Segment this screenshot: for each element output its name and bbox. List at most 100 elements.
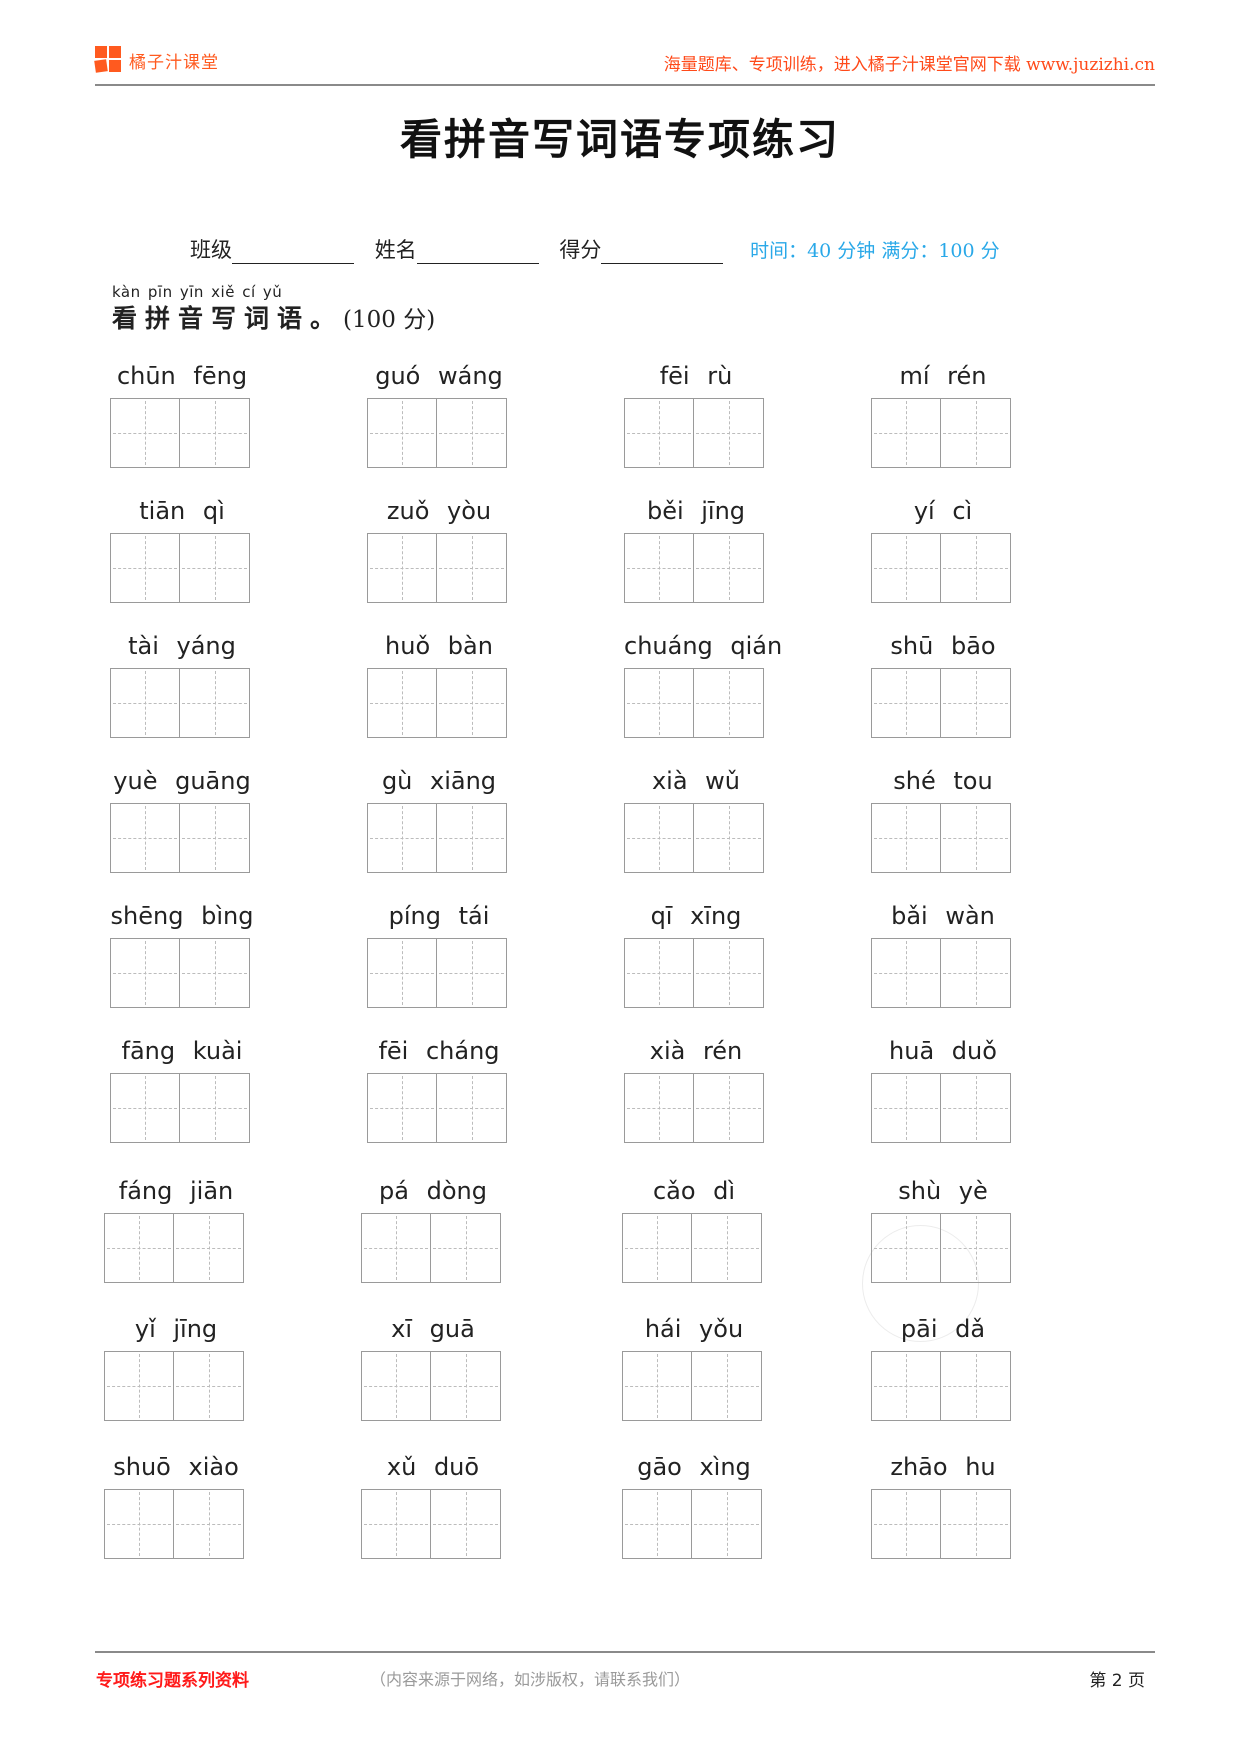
tianzige-cell[interactable] xyxy=(437,533,507,603)
tianzige-cell[interactable] xyxy=(367,1073,437,1143)
item-pinyin: shū bāo xyxy=(890,632,996,660)
writing-grid xyxy=(104,1213,248,1283)
tianzige-cell[interactable] xyxy=(180,533,250,603)
tianzige-cell[interactable] xyxy=(871,803,941,873)
tianzige-cell[interactable] xyxy=(180,398,250,468)
tianzige-cell[interactable] xyxy=(431,1351,501,1421)
tianzige-cell[interactable] xyxy=(174,1351,244,1421)
tianzige-cell[interactable] xyxy=(180,1073,250,1143)
tianzige-cell[interactable] xyxy=(622,1351,692,1421)
writing-grid xyxy=(871,398,1015,468)
tianzige-cell[interactable] xyxy=(694,1073,764,1143)
tianzige-cell[interactable] xyxy=(622,1213,692,1283)
tianzige-cell[interactable] xyxy=(367,398,437,468)
tianzige-cell[interactable] xyxy=(871,533,941,603)
tianzige-cell[interactable] xyxy=(180,803,250,873)
tianzige-cell[interactable] xyxy=(624,803,694,873)
tianzige-cell[interactable] xyxy=(871,1489,941,1559)
tianzige-cell[interactable] xyxy=(437,1073,507,1143)
tianzige-cell[interactable] xyxy=(941,803,1011,873)
page-title: 看拼音写词语专项练习 xyxy=(399,115,840,164)
tianzige-cell[interactable] xyxy=(367,938,437,1008)
tianzige-cell[interactable] xyxy=(431,1489,501,1559)
tianzige-cell[interactable] xyxy=(361,1213,431,1283)
item-pinyin: xī guā xyxy=(391,1315,475,1343)
page-header: 橘子汁课堂 海量题库、专项训练，进入橘子汁课堂官网下载 www.juzizhi.… xyxy=(94,42,1155,86)
tianzige-cell[interactable] xyxy=(437,398,507,468)
section-heading: kàn pīn yīn xiě cí yǔ 看拼音写词语。(100 分) xyxy=(112,283,435,335)
tianzige-cell[interactable] xyxy=(174,1213,244,1283)
tianzige-cell[interactable] xyxy=(941,1213,1011,1283)
tianzige-cell[interactable] xyxy=(694,668,764,738)
tianzige-cell[interactable] xyxy=(361,1489,431,1559)
tianzige-cell[interactable] xyxy=(180,668,250,738)
tianzige-cell[interactable] xyxy=(694,533,764,603)
writing-grid xyxy=(367,803,511,873)
tianzige-cell[interactable] xyxy=(694,938,764,1008)
tianzige-cell[interactable] xyxy=(694,803,764,873)
tianzige-cell[interactable] xyxy=(437,803,507,873)
class-blank[interactable] xyxy=(232,241,354,264)
tianzige-cell[interactable] xyxy=(941,1489,1011,1559)
tianzige-cell[interactable] xyxy=(437,668,507,738)
writing-grid xyxy=(871,803,1015,873)
item-pinyin: huā duǒ xyxy=(889,1037,997,1065)
tianzige-cell[interactable] xyxy=(431,1213,501,1283)
tianzige-cell[interactable] xyxy=(941,1073,1011,1143)
writing-grid xyxy=(871,668,1015,738)
tianzige-cell[interactable] xyxy=(110,938,180,1008)
exercise-item: hái yǒu xyxy=(622,1315,766,1421)
footer-divider xyxy=(95,1651,1155,1653)
exercise-item: cǎo dì xyxy=(622,1177,766,1283)
tianzige-cell[interactable] xyxy=(871,1351,941,1421)
tianzige-cell[interactable] xyxy=(694,398,764,468)
tianzige-cell[interactable] xyxy=(437,938,507,1008)
tianzige-cell[interactable] xyxy=(624,938,694,1008)
tianzige-cell[interactable] xyxy=(871,1073,941,1143)
tianzige-cell[interactable] xyxy=(110,1073,180,1143)
item-pinyin: hái yǒu xyxy=(644,1315,744,1343)
tianzige-cell[interactable] xyxy=(871,1213,941,1283)
tianzige-cell[interactable] xyxy=(941,938,1011,1008)
tianzige-cell[interactable] xyxy=(871,398,941,468)
tianzige-cell[interactable] xyxy=(367,803,437,873)
tianzige-cell[interactable] xyxy=(624,533,694,603)
tianzige-cell[interactable] xyxy=(367,533,437,603)
name-blank[interactable] xyxy=(416,241,539,264)
writing-grid xyxy=(361,1489,505,1559)
exercise-item: bǎi wàn xyxy=(871,902,1015,1008)
tianzige-cell[interactable] xyxy=(104,1351,174,1421)
tianzige-cell[interactable] xyxy=(692,1489,762,1559)
tianzige-cell[interactable] xyxy=(692,1213,762,1283)
item-pinyin: fēi rù xyxy=(659,362,733,390)
tianzige-cell[interactable] xyxy=(624,398,694,468)
tianzige-cell[interactable] xyxy=(692,1351,762,1421)
tianzige-cell[interactable] xyxy=(367,668,437,738)
tianzige-cell[interactable] xyxy=(104,1489,174,1559)
item-pinyin: xià rén xyxy=(649,1037,743,1065)
item-pinyin: bǎi wàn xyxy=(891,902,995,930)
tianzige-cell[interactable] xyxy=(941,398,1011,468)
item-pinyin: shuō xiào xyxy=(113,1453,239,1481)
tianzige-cell[interactable] xyxy=(110,803,180,873)
tianzige-cell[interactable] xyxy=(941,533,1011,603)
writing-grid xyxy=(110,533,254,603)
tianzige-cell[interactable] xyxy=(110,533,180,603)
tianzige-cell[interactable] xyxy=(110,398,180,468)
tianzige-cell[interactable] xyxy=(871,668,941,738)
tianzige-cell[interactable] xyxy=(361,1351,431,1421)
tianzige-cell[interactable] xyxy=(622,1489,692,1559)
item-pinyin: fāng kuài xyxy=(121,1037,243,1065)
tianzige-cell[interactable] xyxy=(174,1489,244,1559)
tianzige-cell[interactable] xyxy=(624,1073,694,1143)
tianzige-cell[interactable] xyxy=(104,1213,174,1283)
tianzige-cell[interactable] xyxy=(110,668,180,738)
tianzige-cell[interactable] xyxy=(180,938,250,1008)
tianzige-cell[interactable] xyxy=(871,938,941,1008)
tianzige-cell[interactable] xyxy=(624,668,694,738)
score-blank[interactable] xyxy=(601,241,724,264)
writing-grid xyxy=(361,1213,505,1283)
tianzige-cell[interactable] xyxy=(941,668,1011,738)
tianzige-cell[interactable] xyxy=(941,1351,1011,1421)
item-pinyin: qī xīng xyxy=(650,902,742,930)
